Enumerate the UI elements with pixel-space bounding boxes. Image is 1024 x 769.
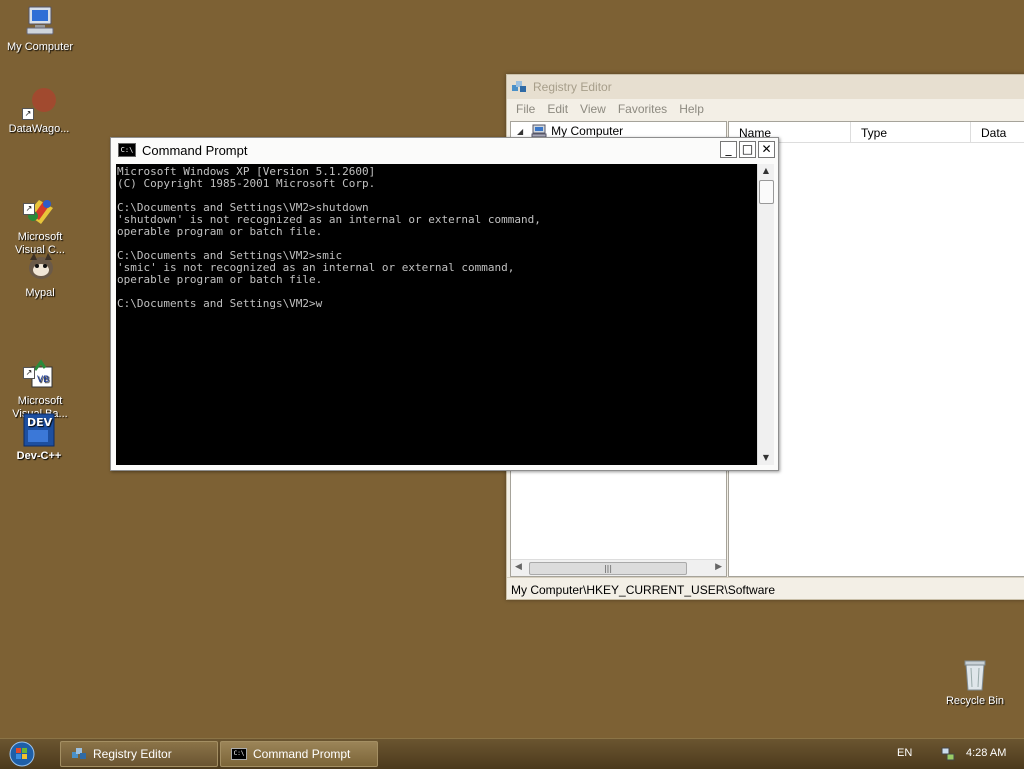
column-header-type[interactable]: Type — [851, 122, 971, 142]
window-title: Registry Editor — [533, 80, 612, 94]
console-line: operable program or batch file. — [117, 225, 323, 238]
taskbar-button-registry-editor[interactable]: Registry Editor — [60, 741, 218, 767]
svg-text:VB: VB — [37, 375, 49, 385]
close-button[interactable]: ✕ — [758, 141, 775, 158]
desktop-icon-dev-cpp[interactable]: DEV Dev-C++ — [0, 413, 79, 463]
shortcut-arrow-icon: ↗ — [23, 203, 35, 215]
taskbar-button-label: Registry Editor — [93, 747, 172, 761]
recycle-bin-icon — [958, 658, 992, 692]
desktop-icon-label: Recycle Bin — [945, 695, 1005, 707]
desktop-icon-label: My Computer — [6, 41, 74, 53]
registry-status-bar: My Computer\HKEY_CURRENT_USER\Software — [507, 577, 1024, 599]
my-computer-icon — [23, 4, 57, 38]
console-line: (C) Copyright 1985-2001 Microsoft Corp. — [117, 177, 376, 190]
shortcut-arrow-icon: ↗ — [23, 367, 35, 379]
menu-favorites[interactable]: Favorites — [612, 102, 673, 116]
tree-horizontal-scrollbar[interactable]: ◀ ||| ▶ — [511, 559, 726, 576]
menu-file[interactable]: File — [510, 102, 541, 116]
desktop-icon-recycle-bin[interactable]: Recycle Bin — [935, 658, 1015, 708]
registry-icon — [72, 748, 86, 759]
svg-text:DEV: DEV — [27, 416, 53, 429]
registry-editor-titlebar[interactable]: Registry Editor — [507, 75, 1024, 99]
console-line: operable program or batch file. — [117, 273, 323, 286]
tree-node-label: My Computer — [551, 124, 624, 138]
desktop-icon-label: DataWago... — [8, 123, 70, 135]
expand-arrow-icon[interactable]: ◢ — [517, 127, 523, 136]
console-vertical-scrollbar[interactable]: ▲ ▼ — [757, 164, 774, 465]
desktop-icon-label: Mypal — [25, 287, 55, 299]
taskbar-button-label: Command Prompt — [253, 747, 351, 761]
datawago-icon: ↗ — [22, 86, 56, 120]
desktop-icon-label: Dev-C++ — [16, 450, 62, 462]
console-line: C:\Documents and Settings\VM2>w — [117, 297, 323, 310]
menu-edit[interactable]: Edit — [541, 102, 574, 116]
menu-view[interactable]: View — [574, 102, 612, 116]
desktop-icon-datawago[interactable]: ↗ DataWago... — [0, 86, 79, 136]
scroll-up-icon[interactable]: ▲ — [758, 164, 774, 178]
minimize-button[interactable]: _ — [720, 141, 737, 158]
window-title: Command Prompt — [142, 142, 248, 158]
desktop-icon-my-computer[interactable]: My Computer — [0, 4, 80, 54]
registry-icon — [512, 81, 526, 92]
command-prompt-titlebar[interactable]: C:\ Command Prompt — [111, 138, 778, 162]
clock[interactable]: 4:28 AM — [966, 747, 1006, 759]
mypal-icon — [23, 250, 57, 284]
start-button[interactable] — [6, 740, 38, 768]
scrollbar-thumb[interactable]: ||| — [529, 562, 687, 575]
taskbar-button-command-prompt[interactable]: C:\ Command Prompt — [220, 741, 378, 767]
scroll-down-icon[interactable]: ▼ — [758, 451, 774, 465]
window-controls: _ □ ✕ — [720, 141, 775, 158]
cmd-icon: C:\ — [231, 748, 247, 760]
taskbar: Registry Editor C:\ Command Prompt EN 4:… — [0, 738, 1024, 769]
visual-c-icon: ↗ — [23, 181, 57, 224]
registry-menubar: File Edit View Favorites Help — [507, 99, 1024, 119]
scrollbar-thumb[interactable] — [759, 180, 774, 204]
column-header-data[interactable]: Data — [971, 122, 1024, 142]
shortcut-arrow-icon: ↗ — [22, 108, 34, 120]
command-prompt-window[interactable]: C:\ Command Prompt _ □ ✕ Microsoft Windo… — [110, 137, 779, 471]
visual-basic-icon: VB ↗ — [23, 345, 57, 388]
desktop-icon-mypal[interactable]: Mypal — [0, 250, 80, 300]
network-icon[interactable] — [940, 746, 956, 762]
scroll-left-icon[interactable]: ◀ — [515, 562, 522, 572]
language-indicator[interactable]: EN — [897, 747, 912, 759]
menu-help[interactable]: Help — [673, 102, 710, 116]
computer-icon — [531, 124, 547, 138]
dev-cpp-icon: DEV — [22, 413, 56, 447]
maximize-button[interactable]: □ — [739, 141, 756, 158]
cmd-icon: C:\ — [118, 143, 136, 157]
console-output[interactable]: Microsoft Windows XP [Version 5.1.2600](… — [116, 164, 757, 465]
scroll-right-icon[interactable]: ▶ — [715, 562, 722, 572]
